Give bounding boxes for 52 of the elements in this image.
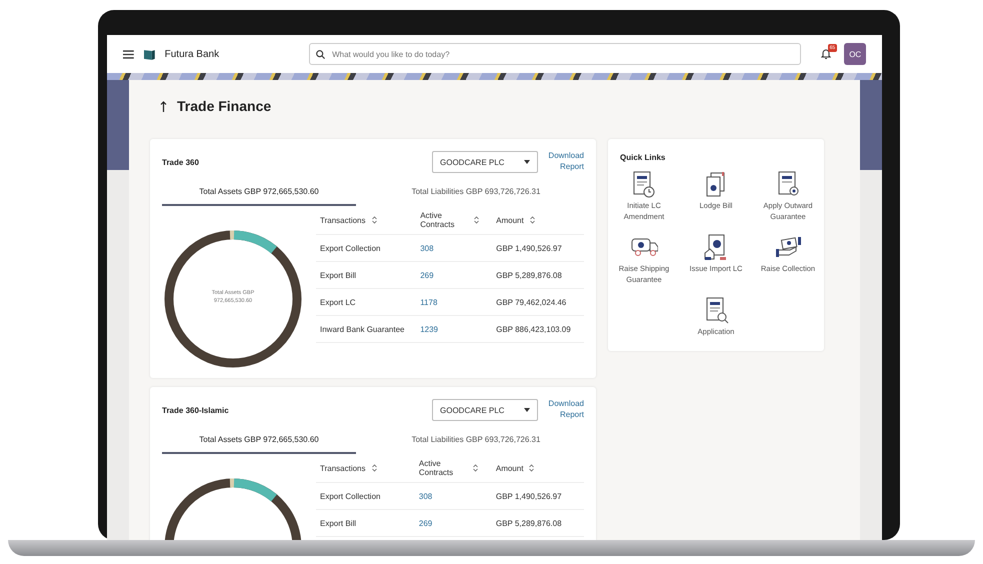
brand-name: Futura Bank: [164, 48, 220, 60]
column-header: Transactions: [320, 464, 366, 472]
transaction-cell: Export Collection: [320, 492, 380, 500]
quick-links-title: Quick Links: [620, 153, 666, 162]
sort-icon[interactable]: [472, 464, 478, 472]
column-header: Active Contracts: [418, 459, 454, 477]
bell-icon[interactable]: [820, 48, 831, 60]
page-title: Trade Finance: [177, 98, 272, 114]
transaction-cell: Export LC: [320, 298, 356, 306]
user-avatar[interactable]: OC: [844, 43, 866, 65]
download-report-link[interactable]: Download Report: [546, 399, 584, 421]
summary-tab[interactable]: Total Assets GBP 972,665,530.60: [162, 429, 356, 454]
contracts-link[interactable]: 1239: [420, 324, 438, 334]
sort-icon[interactable]: [529, 464, 534, 472]
amount-cell: GBP 79,462,024.46: [496, 298, 566, 306]
sort-icon[interactable]: [372, 464, 376, 472]
transaction-cell: Inward Bank Guarantee: [320, 324, 404, 334]
logo-icon: [144, 48, 155, 60]
caret-icon: [524, 408, 530, 412]
sort-icon[interactable]: [372, 216, 376, 224]
card-title: Trade 360: [162, 158, 200, 166]
column-header: Amount: [496, 216, 524, 224]
search-icon: [316, 50, 326, 58]
amount-cell: GBP 1,490,526.97: [496, 492, 562, 500]
transaction-cell: Export Collection: [320, 244, 380, 252]
card-title: Trade 360-Islamic: [162, 406, 230, 414]
column-header: Amount: [496, 464, 524, 472]
menu-icon[interactable]: [123, 50, 134, 58]
contracts-link[interactable]: 308: [420, 244, 434, 252]
sort-icon[interactable]: [530, 216, 535, 224]
party-dropdown[interactable]: GOODCARE PLC: [432, 399, 538, 421]
sort-icon[interactable]: [474, 216, 480, 224]
contracts-link[interactable]: 269: [418, 518, 432, 528]
transaction-cell: Export Bill: [320, 270, 356, 280]
summary-tab[interactable]: Total Liabilities GBP 693,726,726.31: [376, 429, 576, 454]
transaction-cell: Export Bill: [320, 518, 356, 528]
column-header: Transactions: [320, 216, 366, 224]
amount-cell: GBP 886,423,103.09: [496, 324, 571, 334]
amount-cell: GBP 5,289,876.08: [496, 518, 562, 528]
caret-icon: [524, 160, 530, 164]
download-report-link[interactable]: Download Report: [546, 151, 584, 173]
contracts-link[interactable]: 1178: [420, 298, 438, 306]
search-field[interactable]: What would you like to do today?: [309, 43, 801, 65]
up-arrow-icon[interactable]: [160, 100, 167, 112]
summary-tab[interactable]: Total Liabilities GBP 693,726,726.31: [376, 181, 576, 206]
party-dropdown[interactable]: GOODCARE PLC: [432, 151, 538, 173]
amount-cell: GBP 5,289,876.08: [496, 270, 562, 280]
column-header: Active Contracts: [420, 211, 456, 229]
contracts-link[interactable]: 308: [418, 492, 432, 500]
contracts-link[interactable]: 269: [420, 270, 434, 280]
amount-cell: GBP 1,490,526.97: [496, 244, 562, 252]
summary-tab[interactable]: Total Assets GBP 972,665,530.60: [162, 181, 356, 206]
